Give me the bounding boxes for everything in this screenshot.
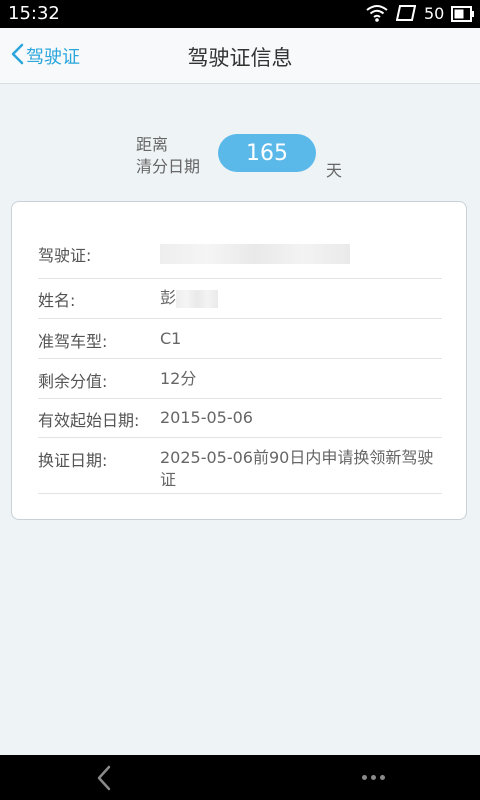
row-label: 剩余分值: <box>38 372 108 391</box>
battery-icon <box>451 6 475 26</box>
countdown-days-badge: 165 <box>218 134 316 172</box>
row-vehicle-class: 准驾车型: C1 <box>38 328 442 359</box>
app-header: 驾驶证 驾驶证信息 <box>0 28 480 84</box>
wifi-icon <box>366 4 388 26</box>
row-label: 姓名: <box>38 291 76 310</box>
window-icon <box>395 5 417 25</box>
row-license-number: 驾驶证: <box>38 242 442 279</box>
name-visible: 彭 <box>160 288 177 307</box>
countdown-label-line1: 距离 <box>136 135 169 154</box>
valid-from-value: 2015-05-06 <box>160 408 253 427</box>
row-name: 姓名: 彭 <box>38 287 442 319</box>
countdown-unit: 天 <box>326 161 343 180</box>
row-label: 换证日期: <box>38 451 108 470</box>
dot <box>380 775 385 780</box>
row-label: 驾驶证: <box>38 246 92 265</box>
renewal-date-value: 2025-05-06前90日内申请换领新驾驶证 <box>160 448 434 489</box>
dot <box>371 775 376 780</box>
row-valid-from: 有效起始日期: 2015-05-06 <box>38 407 442 438</box>
vehicle-class-value: C1 <box>160 329 182 348</box>
countdown-label-line2: 清分日期 <box>136 157 201 176</box>
nav-back-icon[interactable] <box>96 765 112 795</box>
license-number-value <box>160 242 442 264</box>
battery-level: 50 <box>424 4 445 23</box>
row-remaining-points: 剩余分值: 12分 <box>38 368 442 399</box>
dot <box>362 775 367 780</box>
page-title: 驾驶证信息 <box>187 46 293 70</box>
status-bar: 15:32 50 <box>0 0 480 28</box>
more-options-icon[interactable] <box>362 775 385 780</box>
countdown-label: 距离 清分日期 <box>136 134 200 178</box>
navigation-bar <box>0 755 480 800</box>
redacted-name <box>176 289 219 308</box>
status-time: 15:32 <box>8 3 60 24</box>
name-value: 彭 <box>160 287 442 309</box>
row-label: 有效起始日期: <box>38 411 140 430</box>
row-label: 准驾车型: <box>38 332 108 351</box>
row-renewal-date: 换证日期: 2025-05-06前90日内申请换领新驾驶证 <box>38 447 442 494</box>
redacted-license-number <box>160 243 350 264</box>
remaining-points-value: 12分 <box>160 369 197 388</box>
license-info-card: 驾驶证: 姓名: 彭 准驾车型: C1 剩余分值: 12分 有效起始日期: 20… <box>11 201 467 520</box>
